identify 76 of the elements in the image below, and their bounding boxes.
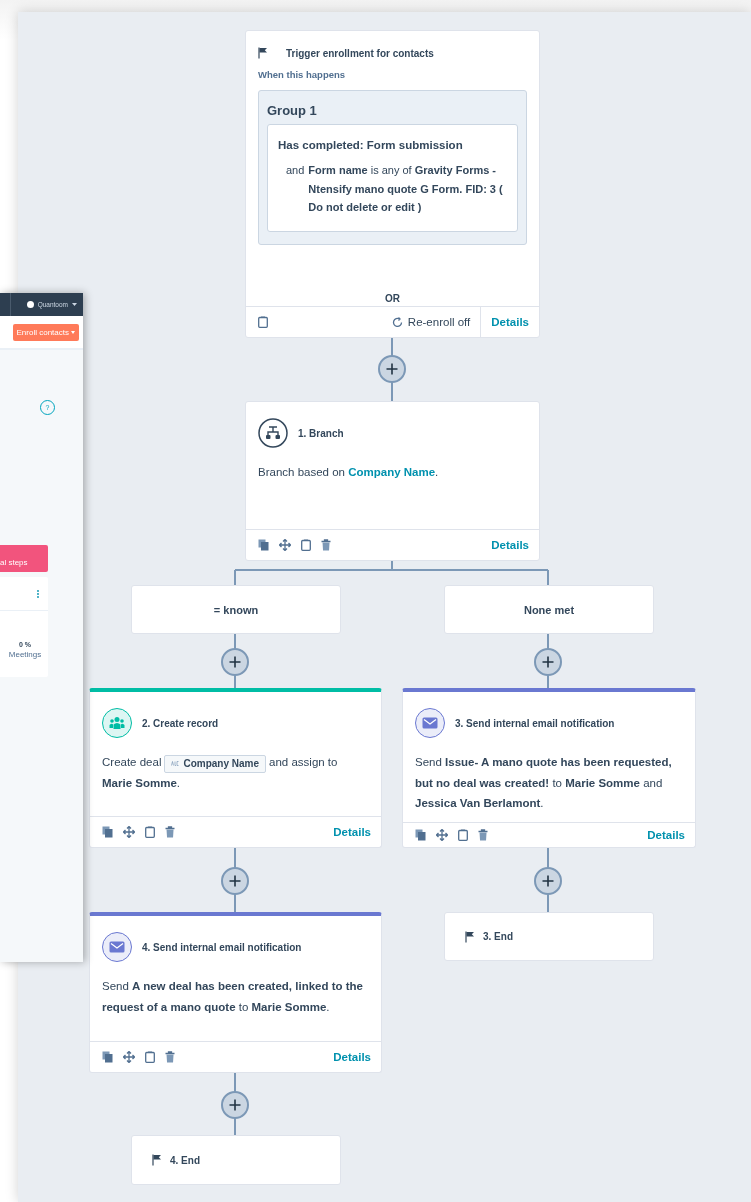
condition-title: Has completed: Form submission [278, 139, 464, 151]
card-title: 3. Send internal email notification [455, 717, 615, 729]
details-link[interactable]: Details [480, 307, 539, 337]
add-step-button[interactable] [534, 867, 562, 895]
branch-card[interactable]: 1. Branch Branch based on Company Name. Details [245, 401, 540, 561]
caret-icon [72, 303, 77, 306]
card-title: 1. Branch [298, 427, 344, 439]
trigger-card[interactable] [245, 30, 540, 338]
move-icon[interactable] [123, 826, 135, 838]
plus-icon [229, 875, 241, 887]
end-label: 4. End [170, 1154, 200, 1166]
stat-label: Meetings [7, 650, 43, 659]
refresh-icon [391, 316, 403, 328]
end-label: 3. End [483, 931, 513, 942]
copy-icon[interactable] [102, 1051, 113, 1063]
card-title: 4. Send internal email notification [142, 941, 302, 953]
details-link[interactable]: Details [323, 1051, 381, 1063]
banner-text: al steps [0, 545, 48, 572]
clipboard-icon[interactable] [145, 1051, 155, 1063]
action-card[interactable]: 4. Send internal email notification Send A new deal has been created, linked to the request of a mano quote to Marie Somme. Details [89, 912, 382, 1073]
branch-label: = known [213, 603, 259, 616]
add-step-button[interactable] [221, 1091, 249, 1119]
plus-icon [542, 656, 554, 668]
flag-icon [258, 47, 268, 59]
add-step-button[interactable] [221, 867, 249, 895]
card-description: Branch based on Company Name. [258, 466, 439, 478]
action-card[interactable]: 3. Send internal email notification Send Issue- A mano quote has been requested, but no deal was created! to Marie Somme and Jessica Van Berlamont. Details [402, 688, 696, 848]
plus-icon [229, 656, 241, 668]
end-card[interactable]: 4. End [131, 1135, 341, 1185]
move-icon[interactable] [123, 1051, 135, 1063]
section-label: When this happens [258, 69, 347, 80]
details-link[interactable]: Details [637, 829, 695, 842]
delete-icon[interactable] [165, 1051, 175, 1063]
delete-icon[interactable] [165, 826, 175, 838]
card-description: Send A new deal has been created, linked to the request of a mano quote to Marie Somme. [102, 980, 363, 1013]
flag-icon [152, 1154, 162, 1166]
add-step-button[interactable] [378, 355, 406, 383]
reenroll-status[interactable]: Re-enroll off [391, 316, 471, 328]
plus-icon [229, 1099, 241, 1111]
move-icon[interactable] [279, 539, 291, 551]
card-title: Trigger enrollment for contacts [286, 47, 434, 59]
action-card[interactable]: 2. Create record Create deal Company Name and assign to Marie Somme. Details [89, 688, 382, 848]
clipboard-icon[interactable] [258, 316, 268, 328]
branch-icon [258, 418, 288, 448]
details-link[interactable]: Details [481, 539, 539, 551]
card-title: 2. Create record [142, 717, 219, 729]
clipboard-icon[interactable] [145, 826, 155, 838]
avatar-icon [26, 301, 34, 308]
caret-icon [71, 330, 75, 334]
text-type-icon [171, 761, 180, 766]
delete-icon[interactable] [321, 539, 331, 551]
reenroll-label: Re-enroll off [407, 316, 471, 328]
or-separator: OR [384, 293, 401, 304]
condition-text: Form name is any of Gravity Forms - Ntensify mano quote G Form. FID: 3 ( Do not delete or edit ) [308, 163, 504, 216]
condition-connector: and [286, 163, 305, 178]
details-link[interactable]: Details [323, 826, 381, 838]
plus-icon [542, 875, 554, 887]
add-step-button[interactable] [221, 648, 249, 676]
copy-icon[interactable] [102, 826, 113, 838]
clipboard-icon[interactable] [458, 829, 468, 842]
group-title: Group 1 [267, 103, 318, 118]
card-description: Create deal Company Name and assign to Marie Somme. [101, 753, 339, 791]
branch-label: None met [523, 603, 575, 616]
delete-icon[interactable] [478, 829, 488, 842]
property-token: Company Name [164, 754, 267, 773]
add-step-button[interactable] [534, 648, 562, 676]
plus-icon [386, 363, 398, 375]
copy-icon[interactable] [258, 539, 269, 551]
copy-icon[interactable] [415, 829, 426, 842]
branch-label-card[interactable]: = known [131, 585, 341, 634]
clipboard-icon[interactable] [301, 539, 311, 551]
move-icon[interactable] [436, 829, 448, 842]
card-description: Send Issue- A mano quote has been requested, but no deal was created! to Marie Somme and Jessica Van Berlamont. [415, 756, 672, 810]
flag-icon [465, 930, 475, 943]
branch-label-card[interactable]: None met [444, 585, 654, 634]
end-card[interactable]: 3. End [444, 912, 654, 961]
